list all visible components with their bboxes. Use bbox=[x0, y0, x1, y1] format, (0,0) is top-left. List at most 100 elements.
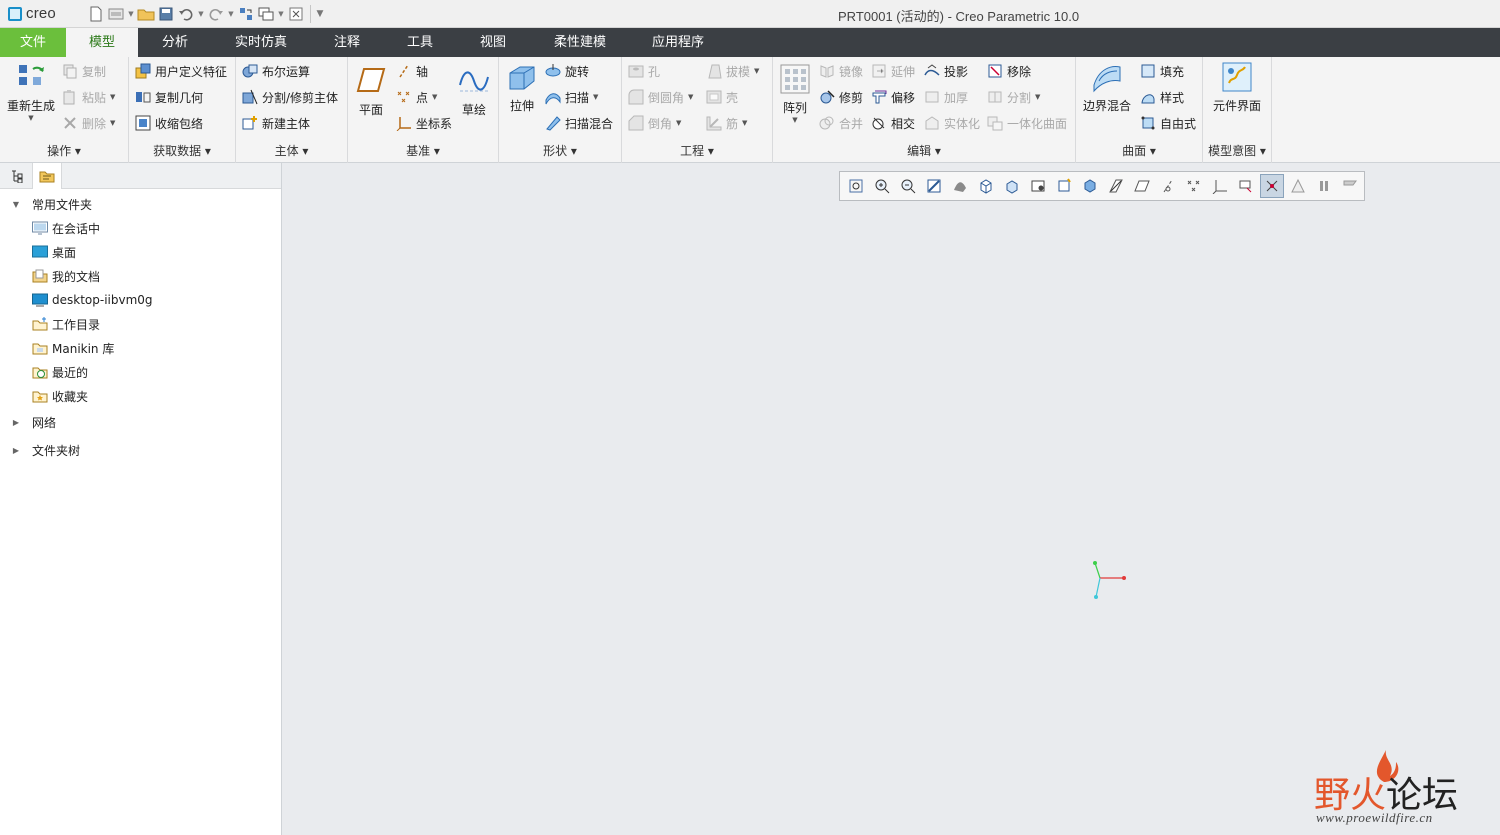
pattern-button[interactable]: 阵列 ▼ bbox=[779, 63, 811, 124]
split-trim-body-button[interactable]: 分割/修剪主体 bbox=[242, 87, 338, 107]
redo-dropdown-icon[interactable]: ▼ bbox=[226, 4, 236, 24]
rib-button[interactable]: 筋 ▼ bbox=[706, 113, 747, 133]
pause-icon[interactable] bbox=[1312, 174, 1336, 198]
view-manager-icon[interactable] bbox=[1000, 174, 1024, 198]
customize-toolbar-icon[interactable]: ▼ bbox=[315, 4, 325, 24]
boundary-blend-button[interactable]: 边界混合 bbox=[1082, 61, 1132, 114]
point-button[interactable]: 点 ▼ bbox=[396, 87, 437, 107]
point-display-icon[interactable] bbox=[1182, 174, 1206, 198]
expand-arrow-icon[interactable]: ▶ bbox=[8, 446, 24, 455]
flag-icon[interactable] bbox=[1338, 174, 1362, 198]
hole-button[interactable]: 孔 bbox=[628, 61, 660, 81]
revolve-button[interactable]: 旋转 bbox=[545, 61, 589, 81]
udf-button[interactable]: 用户定义特征 bbox=[135, 61, 227, 81]
delete-button[interactable]: 删除 ▼ bbox=[62, 113, 115, 133]
spin-center-icon[interactable] bbox=[1260, 174, 1284, 198]
model-tree-tab[interactable] bbox=[2, 163, 32, 189]
style-button[interactable]: 样式 bbox=[1140, 87, 1184, 107]
project-button[interactable]: 投影 bbox=[924, 61, 968, 81]
solidify-button[interactable]: 实体化 bbox=[924, 113, 980, 133]
new-file-icon[interactable] bbox=[86, 4, 106, 24]
tree-item-favorites[interactable]: 收藏夹 bbox=[32, 385, 88, 407]
tree-item-my-documents[interactable]: 我的文档 bbox=[32, 265, 100, 287]
section-icon[interactable] bbox=[1052, 174, 1076, 198]
axis-button[interactable]: 轴 bbox=[396, 61, 428, 81]
display-style-icon[interactable] bbox=[948, 174, 972, 198]
tree-item-computer[interactable]: desktop-iibvm0g bbox=[32, 289, 153, 311]
chamfer-button[interactable]: 倒角 ▼ bbox=[628, 113, 681, 133]
swept-blend-button[interactable]: 扫描混合 bbox=[545, 113, 613, 133]
open-folder-icon[interactable] bbox=[136, 4, 156, 24]
split-button[interactable]: 分割 ▼ bbox=[987, 87, 1040, 107]
plane-display-icon[interactable] bbox=[1104, 174, 1128, 198]
group-label-operations[interactable]: 操作 ▾ bbox=[0, 142, 128, 159]
draft-button[interactable]: 拔模 ▼ bbox=[706, 61, 759, 81]
group-label-editing[interactable]: 编辑 ▾ bbox=[773, 142, 1075, 159]
plane-tag-display-icon[interactable] bbox=[1130, 174, 1154, 198]
trim-button[interactable]: 修剪 bbox=[819, 87, 863, 107]
shrinkwrap-button[interactable]: 收缩包络 bbox=[135, 113, 203, 133]
refit-icon[interactable] bbox=[844, 174, 868, 198]
close-window-icon[interactable] bbox=[286, 4, 306, 24]
tab-view[interactable]: 视图 bbox=[462, 28, 524, 57]
repaint-icon[interactable] bbox=[922, 174, 946, 198]
group-label-model-intent[interactable]: 模型意图 ▾ bbox=[1203, 142, 1271, 159]
appearances-icon[interactable] bbox=[1078, 174, 1102, 198]
annotation-plane-icon[interactable] bbox=[1286, 174, 1310, 198]
zoom-out-icon[interactable] bbox=[896, 174, 920, 198]
group-label-get-data[interactable]: 获取数据 ▾ bbox=[129, 142, 235, 159]
intersect-button[interactable]: 相交 bbox=[871, 113, 915, 133]
save-icon[interactable] bbox=[156, 4, 176, 24]
tree-item-network[interactable]: ▶ 网络 bbox=[8, 411, 56, 433]
tab-live-simulation[interactable]: 实时仿真 bbox=[220, 28, 302, 57]
windows-dropdown-icon[interactable]: ▼ bbox=[276, 4, 286, 24]
tab-analysis[interactable]: 分析 bbox=[140, 28, 210, 57]
regenerate-small-icon[interactable] bbox=[236, 4, 256, 24]
new-body-button[interactable]: 新建主体 bbox=[242, 113, 310, 133]
tree-item-manikin-library[interactable]: Manikin 库 bbox=[32, 337, 114, 359]
undo-icon[interactable] bbox=[176, 4, 196, 24]
saved-orientations-icon[interactable] bbox=[974, 174, 998, 198]
open-session-icon[interactable] bbox=[106, 4, 126, 24]
group-label-body[interactable]: 主体 ▾ bbox=[236, 142, 347, 159]
component-interface-button[interactable]: 元件界面 bbox=[1209, 61, 1265, 114]
tree-item-desktop[interactable]: 桌面 bbox=[32, 241, 76, 263]
copy-geometry-button[interactable]: 复制几何 bbox=[135, 87, 203, 107]
tree-item-common-folders[interactable]: ▼ 常用文件夹 bbox=[8, 193, 92, 215]
tab-model[interactable]: 模型 bbox=[66, 28, 138, 57]
tab-file[interactable]: 文件 bbox=[0, 28, 66, 57]
perspective-view-icon[interactable] bbox=[1026, 174, 1050, 198]
paste-button[interactable]: 粘贴 ▼ bbox=[62, 87, 115, 107]
freestyle-button[interactable]: 自由式 bbox=[1140, 113, 1196, 133]
annotation-display-icon[interactable] bbox=[1234, 174, 1258, 198]
unify-surfaces-button[interactable]: 一体化曲面 bbox=[987, 113, 1067, 133]
undo-dropdown-icon[interactable]: ▼ bbox=[196, 4, 206, 24]
sketch-button[interactable]: 草绘 bbox=[456, 65, 492, 118]
extrude-button[interactable]: 拉伸 bbox=[505, 61, 539, 114]
axis-display-icon[interactable] bbox=[1156, 174, 1180, 198]
boolean-button[interactable]: 布尔运算 bbox=[242, 61, 310, 81]
shell-button[interactable]: 壳 bbox=[706, 87, 738, 107]
mirror-button[interactable]: 镜像 bbox=[819, 61, 863, 81]
remove-button[interactable]: 移除 bbox=[987, 61, 1031, 81]
csys-button[interactable]: 坐标系 bbox=[396, 113, 452, 133]
group-label-surfaces[interactable]: 曲面 ▾ bbox=[1076, 142, 1202, 159]
expand-arrow-icon[interactable]: ▶ bbox=[8, 418, 24, 427]
extend-button[interactable]: 延伸 bbox=[871, 61, 915, 81]
folder-browser-tab[interactable] bbox=[32, 163, 62, 189]
thicken-button[interactable]: 加厚 bbox=[924, 87, 968, 107]
copy-button[interactable]: 复制 bbox=[62, 61, 106, 81]
regenerate-button[interactable]: 重新生成 ▼ bbox=[6, 61, 56, 122]
round-button[interactable]: 倒圆角 ▼ bbox=[628, 87, 693, 107]
tree-item-working-directory[interactable]: 工作目录 bbox=[32, 313, 100, 335]
redo-icon[interactable] bbox=[206, 4, 226, 24]
tree-item-in-session[interactable]: 在会话中 bbox=[32, 217, 100, 239]
offset-button[interactable]: 偏移 bbox=[871, 87, 915, 107]
fill-button[interactable]: 填充 bbox=[1140, 61, 1184, 81]
merge-button[interactable]: 合并 bbox=[819, 113, 863, 133]
tab-applications[interactable]: 应用程序 bbox=[638, 28, 718, 57]
tab-tools[interactable]: 工具 bbox=[388, 28, 452, 57]
group-label-shapes[interactable]: 形状 ▾ bbox=[499, 142, 621, 159]
tab-flexible-modeling[interactable]: 柔性建模 bbox=[540, 28, 620, 57]
tab-annotate[interactable]: 注释 bbox=[314, 28, 380, 57]
